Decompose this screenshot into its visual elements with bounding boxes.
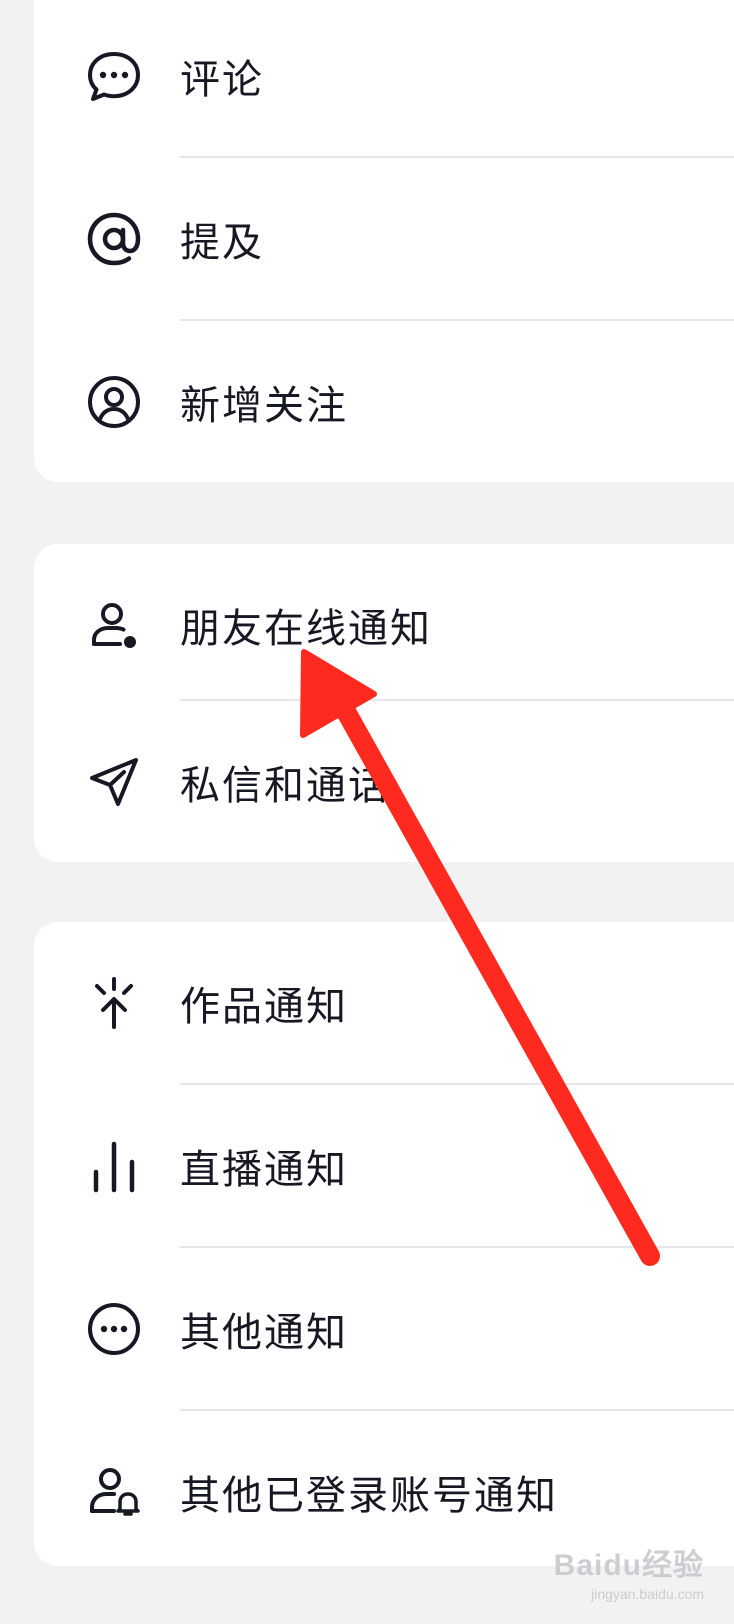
setting-row-live[interactable]: 直播通知: [34, 1085, 734, 1247]
setting-label: 提及: [180, 220, 264, 266]
live-bars-icon: [84, 1136, 144, 1196]
setting-label: 作品通知: [180, 984, 348, 1030]
setting-label: 直播通知: [180, 1147, 348, 1193]
notification-group-friends: 朋友在线通知 私信和通话: [34, 544, 734, 862]
watermark-url: jingyan.baidu.com: [591, 1586, 704, 1602]
watermark-logo: Baidu经验: [553, 1549, 704, 1582]
setting-row-works[interactable]: 作品通知: [34, 922, 734, 1084]
notification-group-interactions: 评论 提及 新增关注: [34, 0, 734, 482]
watermark: Baidu经验 jingyan.baidu.com: [554, 1540, 704, 1602]
notification-group-content: 作品通知 直播通知 其他通知 其他已登录账号通知: [34, 922, 734, 1566]
more-circle-icon: [84, 1299, 144, 1359]
setting-label: 新增关注: [180, 383, 348, 429]
setting-label: 评论: [180, 57, 264, 103]
setting-row-mentions[interactable]: 提及: [34, 158, 734, 320]
works-spark-icon: [84, 973, 144, 1033]
at-icon: [84, 209, 144, 269]
setting-label: 其他已登录账号通知: [180, 1473, 558, 1519]
setting-label: 朋友在线通知: [180, 606, 432, 652]
comment-icon: [84, 46, 144, 106]
setting-row-messages-calls[interactable]: 私信和通话: [34, 701, 734, 863]
setting-row-comments[interactable]: 评论: [34, 0, 734, 157]
setting-label: 私信和通话: [180, 763, 390, 809]
setting-label: 其他通知: [180, 1310, 348, 1356]
setting-row-other[interactable]: 其他通知: [34, 1248, 734, 1410]
user-online-icon: [84, 595, 144, 655]
setting-row-new-followers[interactable]: 新增关注: [34, 321, 734, 483]
send-icon: [84, 752, 144, 812]
setting-row-friend-online[interactable]: 朋友在线通知: [34, 544, 734, 706]
user-circle-icon: [84, 372, 144, 432]
user-bell-icon: [84, 1462, 144, 1522]
